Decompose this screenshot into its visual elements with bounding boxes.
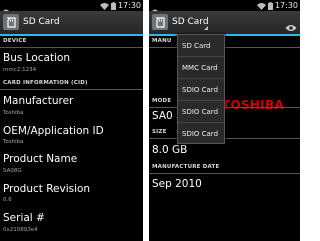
item-label: Manufacturer [3,95,74,107]
settings-list: DEVICE Bus Location mmc2:1234 CARD INFOR… [0,36,143,241]
section-label: MANU [152,38,172,44]
item-value: SA08G [3,168,22,174]
section-header-card-info: CARD INFORMATION (CID) [0,80,143,90]
item-value: Toshiba [3,110,24,116]
sd-card-icon[interactable] [3,14,19,30]
section-label: DEVICE [3,38,27,44]
item-value: Toshiba [3,139,24,145]
item-label: Product Name [3,153,78,165]
divider [0,47,143,48]
section-header-manufacture-date: MANUFACTURE DATE [149,164,300,174]
dropdown-option[interactable]: SDIO Card [178,101,224,123]
status-time: 17:30 [117,1,141,10]
right-screen: 17:30 SD Card MANU TOSHIBA MODE SA0 SIZE… [149,0,300,241]
dropdown-option[interactable]: SDIO Card [178,79,224,101]
divider [0,89,143,90]
dropdown-option[interactable]: SD Card [178,35,224,57]
wifi-icon [99,2,109,10]
app-title: SD Card [23,17,60,27]
model-value: SA0 [152,110,173,122]
wifi-icon [256,2,266,10]
battery-icon [110,1,116,10]
status-bar: 17:30 [149,0,300,15]
size-value: 8.0 GB [152,144,188,156]
item-label: OEM/Application ID [3,125,104,137]
action-bar: SD Card [149,11,300,36]
eye-icon[interactable] [285,17,297,36]
divider [149,173,300,174]
dropdown-option[interactable]: MMC Card [178,57,224,79]
item-value: mmc2:1234 [3,67,37,73]
section-label: CARD INFORMATION (CID) [3,80,88,86]
item-label: Bus Location [3,52,71,64]
manufacture-date-value: Sep 2010 [152,178,202,190]
battery-icon [267,1,273,10]
item-value: 0.6 [3,197,12,203]
sd-card-icon[interactable] [152,14,168,30]
section-label: SIZE [152,129,167,135]
spinner-caret-icon [204,26,208,30]
status-time: 17:30 [274,1,298,10]
section-label: MANUFACTURE DATE [152,164,220,170]
item-label: Product Revision [3,183,91,195]
action-bar: SD Card [0,11,143,36]
section-header-device: DEVICE [0,38,143,48]
item-label: Serial # [3,212,45,224]
status-bar: 17:30 [0,0,143,15]
left-screen: 17:30 SD Card DEVICE Bus Location mmc2:1… [0,0,143,241]
item-value: 0x210893e4 [3,227,38,233]
dropdown-option[interactable]: SDIO Card [178,123,224,145]
section-label: MODE [152,98,172,104]
card-type-dropdown: SD Card MMC Card SDIO Card SDIO Card SDI… [177,34,225,144]
